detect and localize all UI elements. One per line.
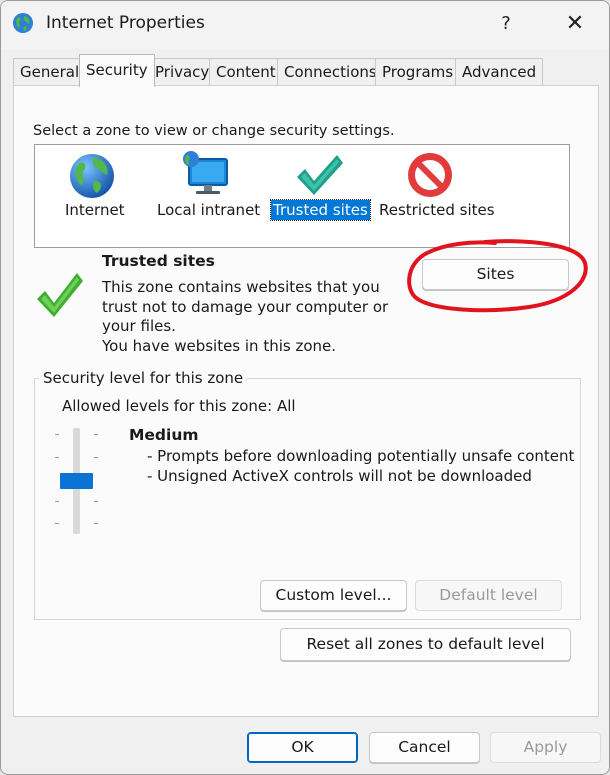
tab-advanced[interactable]: Advanced [455,58,544,85]
zone-trusted-sites[interactable]: Trusted sites [270,145,371,245]
security-level-label: Security level for this zone [39,369,248,387]
zone-description-line: This zone contains websites that you [102,278,380,296]
zone-restricted-sites[interactable]: Restricted sites [375,145,495,245]
slider-thumb[interactable] [60,473,93,489]
zone-list: Internet Local intranet Trusted sites Re… [34,144,570,248]
help-button[interactable]: ? [491,9,521,39]
window-title: Internet Properties [46,13,205,33]
globe-icon [13,13,33,33]
tab-security[interactable]: Security [79,54,155,87]
checkmark-icon [297,155,343,195]
slider-tick [94,457,98,458]
default-level-button[interactable]: Default level [415,580,562,611]
checkmark-icon [37,273,83,317]
zone-prompt: Select a zone to view or change security… [33,123,395,139]
zone-title: Trusted sites [102,252,215,270]
zone-local-intranet[interactable]: Local intranet [153,145,261,245]
internet-properties-dialog: Internet Properties ? ✕ General Security… [0,0,610,775]
reset-all-zones-button[interactable]: Reset all zones to default level [280,628,571,661]
red-circle-annotation [407,239,588,313]
zone-label-local-intranet: Local intranet [157,201,261,219]
slider-tick [55,434,59,435]
ok-button[interactable]: OK [247,732,358,763]
slider-tick [94,523,98,524]
network-computer-icon [183,151,228,194]
apply-button[interactable]: Apply [490,732,601,763]
slider-tick [55,523,59,524]
zone-description: This zone contains websites that you tru… [102,278,402,356]
allowed-levels-text: Allowed levels for this zone: All [62,397,296,415]
prohibited-icon [408,153,452,197]
zone-description-line: your files. [102,317,176,335]
level-point: - Unsigned ActiveX controls will not be … [147,466,532,485]
tab-programs[interactable]: Programs [375,58,461,85]
slider-tick [55,501,59,502]
custom-level-button[interactable]: Custom level... [260,580,407,611]
title-bar: Internet Properties ? ✕ [1,1,609,49]
slider-tick [94,501,98,502]
tab-content[interactable]: Content [209,58,283,85]
slider-tick [94,434,98,435]
cancel-button[interactable]: Cancel [369,732,480,763]
zone-label-trusted-sites: Trusted sites [270,199,371,221]
globe-icon [70,154,114,198]
zone-label-restricted-sites: Restricted sites [379,201,495,219]
security-level-description: - Prompts before downloading potentially… [147,447,574,486]
level-point: - Prompts before downloading potentially… [147,447,575,465]
tab-connections[interactable]: Connections [277,58,384,85]
security-level-name: Medium [129,426,199,444]
zone-description-line: trust not to damage your computer or [102,297,389,316]
close-button[interactable]: ✕ [557,9,593,39]
tab-general[interactable]: General [13,58,87,85]
zone-internet[interactable]: Internet [55,145,129,245]
zone-label-internet: Internet [65,201,125,219]
tab-privacy[interactable]: Privacy [148,58,217,85]
slider-tick [55,457,59,458]
zone-description-line: You have websites in this zone. [102,336,337,355]
